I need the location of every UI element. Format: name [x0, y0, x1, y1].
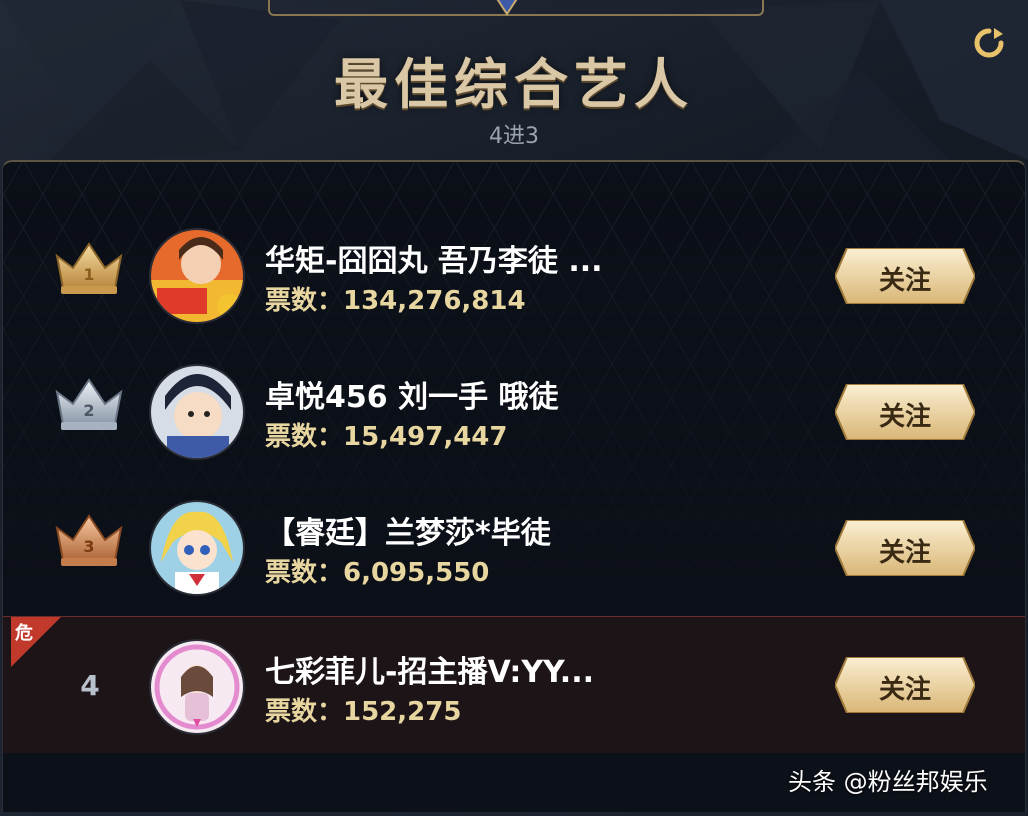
rank-number: 4: [80, 669, 100, 702]
ranking-row-1: 1 华矩-囧囧丸 吾乃李徒 ... 票数：134,276,814 关注: [3, 204, 1025, 340]
ranking-panel: 1 华矩-囧囧丸 吾乃李徒 ... 票数：134,276,814 关注 2 卓悦…: [2, 160, 1026, 812]
follow-button[interactable]: 关注: [835, 384, 975, 440]
refresh-icon[interactable]: [972, 26, 1006, 60]
artist-name[interactable]: 华矩-囧囧丸 吾乃李徒 ...: [265, 236, 603, 280]
follow-button[interactable]: 关注: [835, 248, 975, 304]
follow-label: 关注: [878, 675, 931, 705]
artist-name[interactable]: 卓悦456 刘一手 哦徒: [265, 372, 559, 416]
ranking-row-4: 危 4 七彩菲儿-招主播V:YY... 票数：152,275 关注: [3, 616, 1025, 753]
danger-label: 危: [15, 623, 33, 644]
bronze-crown-icon: 3: [53, 512, 125, 568]
vote-count: 票数：152,275: [265, 697, 462, 727]
follow-label: 关注: [878, 402, 931, 432]
artist-name[interactable]: 七彩菲儿-招主播V:YY...: [265, 647, 594, 691]
avatar[interactable]: [149, 639, 245, 735]
follow-label: 关注: [878, 266, 931, 296]
vote-count: 票数：15,497,447: [265, 422, 508, 452]
ranking-row-3: 3 【睿廷】兰梦莎*毕徒 票数：6,095,550 关注: [3, 476, 1025, 612]
svg-text:3: 3: [83, 537, 94, 556]
gold-crown-icon: 1: [53, 240, 125, 296]
round-subtitle: 4进3: [489, 124, 539, 149]
follow-label: 关注: [878, 538, 931, 568]
ranking-row-2: 2 卓悦456 刘一手 哦徒 票数：15,497,447 关注: [3, 340, 1025, 476]
vote-count: 票数：134,276,814: [265, 286, 526, 316]
follow-button[interactable]: 关注: [835, 657, 975, 713]
svg-text:1: 1: [83, 265, 94, 284]
vote-count: 票数：6,095,550: [265, 558, 490, 588]
avatar[interactable]: [149, 364, 245, 460]
watermark: 头条 @粉丝邦娱乐: [788, 768, 988, 796]
svg-text:2: 2: [83, 401, 94, 420]
page-title: 最佳综合艺人: [334, 53, 694, 116]
avatar[interactable]: [149, 500, 245, 596]
avatar[interactable]: [149, 228, 245, 324]
gem-ornament-icon: [494, 0, 520, 16]
danger-badge: 危: [11, 617, 61, 667]
follow-button[interactable]: 关注: [835, 520, 975, 576]
silver-crown-icon: 2: [53, 376, 125, 432]
artist-name[interactable]: 【睿廷】兰梦莎*毕徒: [265, 508, 551, 552]
